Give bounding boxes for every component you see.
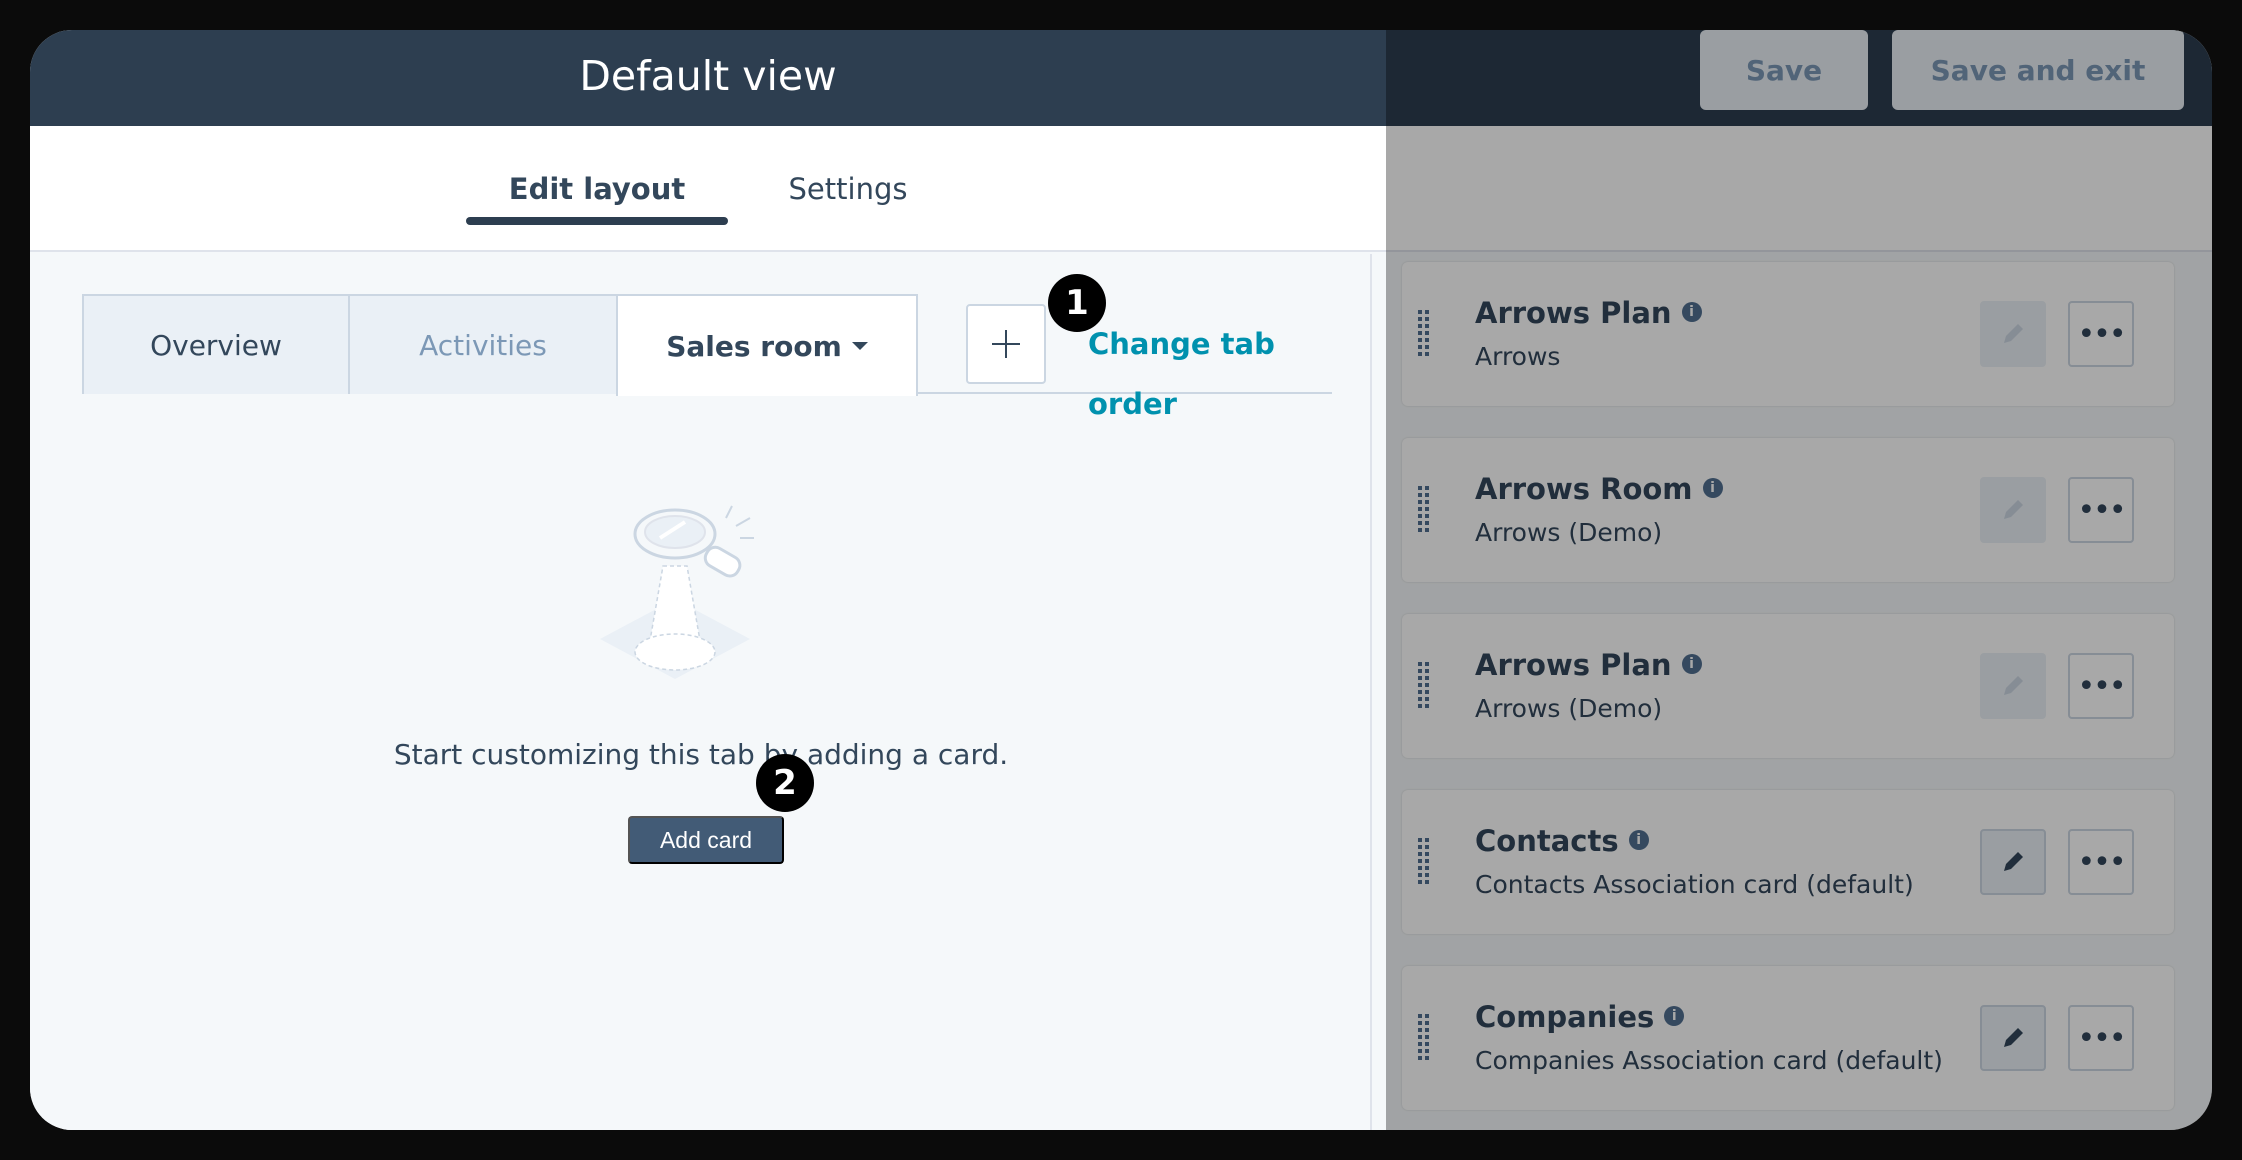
record-tab-activities[interactable]: Activities — [348, 294, 618, 394]
info-icon[interactable]: i — [1628, 830, 1649, 850]
card-title-text: Arrows Plan — [1475, 648, 1672, 682]
card-subtitle: Companies Association card (default) — [1475, 1046, 1943, 1075]
pencil-icon — [2004, 676, 2023, 695]
info-icon[interactable]: i — [1664, 1006, 1685, 1026]
card-title: Arrows Room i — [1475, 472, 1723, 506]
drag-handle-icon[interactable] — [1418, 662, 1430, 710]
caret-down-icon — [851, 342, 868, 350]
card-title-text: Contacts — [1475, 824, 1619, 858]
edit-card-button[interactable] — [1980, 477, 2046, 543]
more-options-button[interactable]: ••• — [2068, 1005, 2134, 1071]
edit-card-button[interactable] — [1980, 653, 2046, 719]
record-tab-activities-label: Activities — [419, 328, 547, 362]
ellipsis-icon: ••• — [2077, 1020, 2126, 1056]
card-subtitle: Arrows (Demo) — [1475, 694, 1663, 723]
card-title: Companies i — [1475, 1000, 1685, 1034]
step-badge-1: 1 — [1048, 274, 1106, 332]
more-options-button[interactable]: ••• — [2068, 829, 2134, 895]
record-tab-overview-label: Overview — [150, 328, 282, 362]
magnifier-illustration — [600, 505, 754, 679]
drag-handle-icon[interactable] — [1418, 838, 1430, 886]
card-item: Contacts i Contacts Association card (def… — [1402, 790, 2174, 934]
plus-icon — [992, 330, 1020, 358]
edit-card-button[interactable] — [1980, 829, 2046, 895]
card-item: Arrows Plan i Arrows (Demo) ••• — [1402, 614, 2174, 758]
card-subtitle: Contacts Association card (default) — [1475, 870, 1914, 899]
info-icon[interactable]: i — [1702, 478, 1723, 498]
pencil-icon — [2004, 852, 2023, 871]
more-options-button[interactable]: ••• — [2068, 477, 2134, 543]
card-subtitle: Arrows — [1475, 342, 1561, 371]
card-library-sidebar: Arrows Plan i Arrows ••• Arrows Room i Arr… — [1402, 262, 2174, 1130]
record-tabs: Overview Activities Sales room Change ta… — [82, 274, 1332, 421]
top-bar: Default view Save Save and exit — [30, 30, 2212, 126]
info-icon[interactable]: i — [1681, 654, 1702, 674]
edit-card-button[interactable] — [1980, 301, 2046, 367]
empty-state-message: Start customizing this tab by adding a c… — [393, 738, 1009, 771]
card-item: Arrows Room i Arrows (Demo) ••• — [1402, 438, 2174, 582]
page-title: Default view — [579, 52, 837, 100]
record-tab-sales-room[interactable]: Sales room — [616, 294, 918, 396]
tab-edit-layout[interactable]: Edit layout — [466, 126, 728, 252]
card-item: Companies i Companies Association card (d… — [1402, 966, 2174, 1110]
record-tab-overview[interactable]: Overview — [82, 294, 350, 394]
ellipsis-icon: ••• — [2077, 844, 2126, 880]
edit-card-button[interactable] — [1980, 1005, 2046, 1071]
active-tab-indicator — [466, 217, 728, 225]
add-tab-button[interactable] — [966, 304, 1046, 384]
drag-handle-icon[interactable] — [1418, 486, 1430, 534]
change-tab-order-link[interactable]: Change tab order — [1088, 314, 1332, 421]
ellipsis-icon: ••• — [2077, 492, 2126, 528]
card-title-text: Arrows Plan — [1475, 296, 1672, 330]
main-tabs: Edit layout Settings — [30, 126, 2212, 252]
pencil-icon — [2004, 500, 2023, 519]
record-tab-sales-room-label: Sales room — [666, 329, 842, 363]
card-title: Contacts i — [1475, 824, 1649, 858]
card-title-text: Arrows Room — [1475, 472, 1693, 506]
pencil-icon — [2004, 1028, 2023, 1047]
ellipsis-icon: ••• — [2077, 668, 2126, 704]
ellipsis-icon: ••• — [2077, 316, 2126, 352]
more-options-button[interactable]: ••• — [2068, 301, 2134, 367]
card-title: Arrows Plan i — [1475, 296, 1702, 330]
layout-editor-window: Default view Save Save and exit Edit lay… — [30, 30, 2212, 1130]
card-title: Arrows Plan i — [1475, 648, 1702, 682]
drag-handle-icon[interactable] — [1418, 310, 1430, 358]
more-options-button[interactable]: ••• — [2068, 653, 2134, 719]
save-button[interactable]: Save — [1700, 30, 1868, 110]
save-and-exit-button[interactable]: Save and exit — [1892, 30, 2184, 110]
add-card-button[interactable]: Add card — [628, 816, 784, 864]
layout-canvas: Overview Activities Sales room Change ta… — [30, 254, 1372, 1130]
card-subtitle: Arrows (Demo) — [1475, 518, 1663, 547]
info-icon[interactable]: i — [1681, 302, 1702, 322]
drag-handle-icon[interactable] — [1418, 1014, 1430, 1062]
card-title-text: Companies — [1475, 1000, 1655, 1034]
pencil-icon — [2004, 324, 2023, 343]
step-badge-2: 2 — [756, 754, 814, 812]
tab-settings[interactable]: Settings — [748, 126, 948, 252]
card-item: Arrows Plan i Arrows ••• — [1402, 262, 2174, 406]
